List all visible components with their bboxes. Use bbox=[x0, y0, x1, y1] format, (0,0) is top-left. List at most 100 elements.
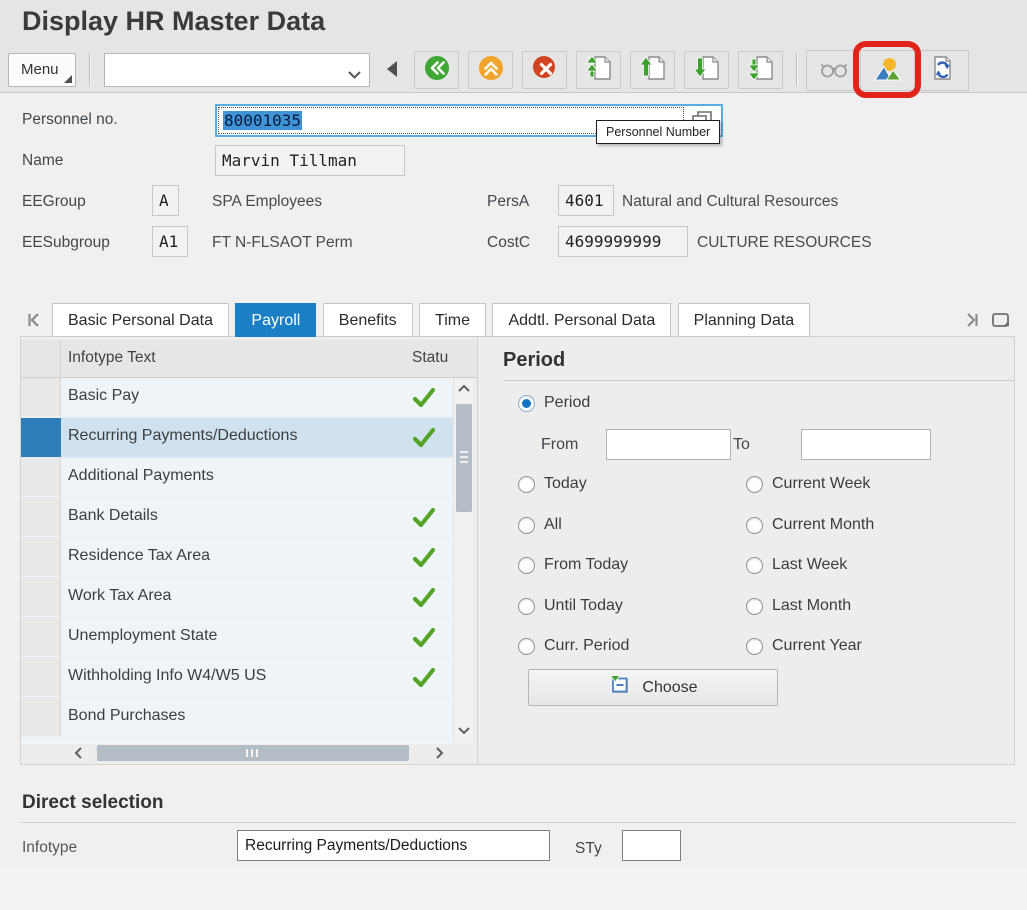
row-selector[interactable] bbox=[21, 538, 61, 577]
radio-last-month[interactable]: Last Month bbox=[746, 597, 851, 615]
radio-from-today[interactable]: From Today bbox=[518, 556, 628, 574]
infotype-input[interactable]: Recurring Payments/Deductions bbox=[237, 830, 550, 861]
glasses-icon bbox=[819, 57, 849, 84]
radio-current-year[interactable]: Current Year bbox=[746, 637, 862, 655]
persa-text: Natural and Cultural Resources bbox=[622, 193, 838, 211]
table-row[interactable]: Residence Tax Area bbox=[21, 538, 453, 578]
table-row[interactable]: Bank Details bbox=[21, 498, 453, 538]
payroll-tab-panel: Infotype Text Statu Basic Pay Recurring … bbox=[20, 336, 1015, 765]
table-row[interactable]: Work Tax Area bbox=[21, 578, 453, 618]
radio-icon[interactable] bbox=[746, 598, 763, 615]
to-date-input[interactable] bbox=[801, 429, 931, 460]
page-up-button[interactable] bbox=[630, 51, 675, 89]
back-button[interactable] bbox=[414, 51, 459, 89]
row-selector[interactable] bbox=[21, 498, 61, 537]
name-field[interactable]: Marvin Tillman bbox=[215, 145, 405, 176]
table-row[interactable]: Bond Purchases bbox=[21, 698, 453, 738]
vertical-scrollbar[interactable] bbox=[453, 378, 473, 744]
table-row[interactable]: Basic Pay bbox=[21, 378, 453, 418]
choose-button[interactable]: Choose bbox=[528, 669, 778, 706]
radio-icon[interactable] bbox=[746, 476, 763, 493]
table-row[interactable]: Withholding Info W4/W5 US bbox=[21, 658, 453, 698]
radio-today[interactable]: Today bbox=[518, 475, 587, 493]
tab-payroll[interactable]: Payroll bbox=[235, 303, 316, 337]
eegroup-field[interactable]: A bbox=[152, 185, 179, 216]
table-row[interactable]: Additional Payments bbox=[21, 458, 453, 498]
command-field[interactable] bbox=[104, 53, 370, 87]
cancel-button[interactable] bbox=[522, 51, 567, 89]
tab-addtl-personal-data[interactable]: Addtl. Personal Data bbox=[492, 303, 671, 337]
page-up-icon bbox=[639, 54, 667, 87]
tab-benefits[interactable]: Benefits bbox=[323, 303, 413, 337]
persa-field[interactable]: 4601 bbox=[558, 185, 614, 216]
radio-icon[interactable] bbox=[746, 517, 763, 534]
row-selector[interactable] bbox=[21, 578, 61, 617]
period-heading-rule bbox=[503, 380, 1014, 381]
new-window-icon[interactable] bbox=[990, 310, 1012, 335]
tab-scroll-left-icon[interactable] bbox=[24, 310, 44, 335]
costc-field[interactable]: 4699999999 bbox=[558, 226, 688, 257]
row-selector[interactable] bbox=[21, 418, 61, 457]
toolbar-separator bbox=[89, 53, 90, 86]
direct-selection-rule bbox=[20, 822, 1015, 823]
exit-icon bbox=[477, 54, 505, 87]
radio-curr-period[interactable]: Curr. Period bbox=[518, 637, 629, 655]
radio-until-today[interactable]: Until Today bbox=[518, 597, 623, 615]
scroll-up-icon[interactable] bbox=[457, 383, 471, 393]
scroll-left-icon[interactable] bbox=[73, 746, 83, 760]
radio-period[interactable]: Period bbox=[518, 394, 590, 412]
radio-all[interactable]: All bbox=[518, 516, 562, 534]
table-row-selected[interactable]: Recurring Payments/Deductions bbox=[21, 418, 453, 458]
personnel-number-tooltip: Personnel Number bbox=[596, 120, 720, 144]
chevron-down-icon[interactable] bbox=[348, 67, 361, 85]
row-selector[interactable] bbox=[21, 698, 61, 737]
row-selector[interactable] bbox=[21, 378, 61, 417]
radio-icon[interactable] bbox=[518, 517, 535, 534]
check-icon bbox=[411, 425, 437, 456]
tab-planning-data[interactable]: Planning Data bbox=[678, 303, 811, 337]
scroll-down-icon[interactable] bbox=[457, 726, 471, 736]
check-icon bbox=[411, 385, 437, 416]
command-input[interactable] bbox=[109, 57, 343, 83]
check-icon bbox=[411, 545, 437, 576]
page-down-button[interactable] bbox=[684, 51, 729, 89]
row-selector[interactable] bbox=[21, 458, 61, 497]
horizontal-scrollbar-thumb[interactable] bbox=[97, 745, 409, 761]
radio-last-week[interactable]: Last Week bbox=[746, 556, 847, 574]
footer: SAP bbox=[0, 868, 1027, 910]
refresh-button[interactable] bbox=[914, 50, 969, 91]
last-page-button[interactable] bbox=[738, 51, 783, 89]
annotation-highlight-box bbox=[853, 41, 921, 98]
radio-icon[interactable] bbox=[518, 557, 535, 574]
row-selector[interactable] bbox=[21, 618, 61, 657]
radio-icon[interactable] bbox=[518, 638, 535, 655]
page-down-icon bbox=[693, 54, 721, 87]
period-heading: Period bbox=[503, 349, 565, 372]
tab-strip: Basic Personal Data Payroll Benefits Tim… bbox=[52, 303, 812, 337]
exit-button[interactable] bbox=[468, 51, 513, 89]
row-selector[interactable] bbox=[21, 658, 61, 697]
table-right-border bbox=[477, 337, 478, 764]
sty-input[interactable] bbox=[622, 830, 681, 861]
radio-icon[interactable] bbox=[518, 598, 535, 615]
radio-icon[interactable] bbox=[746, 557, 763, 574]
radio-icon[interactable] bbox=[518, 395, 535, 412]
radio-current-week[interactable]: Current Week bbox=[746, 475, 870, 493]
check-icon bbox=[411, 505, 437, 536]
scroll-right-icon[interactable] bbox=[435, 746, 445, 760]
tab-basic-personal-data[interactable]: Basic Personal Data bbox=[52, 303, 229, 337]
tab-time[interactable]: Time bbox=[419, 303, 486, 337]
radio-icon[interactable] bbox=[518, 476, 535, 493]
first-page-button[interactable] bbox=[576, 51, 621, 89]
menu-button[interactable]: Menu bbox=[8, 53, 76, 87]
eesubgroup-field[interactable]: A1 bbox=[152, 226, 188, 257]
collapse-toolbar-arrow[interactable] bbox=[387, 61, 397, 77]
sty-label: STy bbox=[575, 840, 602, 858]
radio-current-month[interactable]: Current Month bbox=[746, 516, 874, 534]
radio-icon[interactable] bbox=[746, 638, 763, 655]
from-date-input[interactable] bbox=[606, 429, 731, 460]
vertical-scrollbar-thumb[interactable] bbox=[456, 404, 472, 512]
infotype-text-column-header: Infotype Text bbox=[68, 349, 156, 367]
tab-scroll-right-icon[interactable] bbox=[962, 310, 982, 335]
table-row[interactable]: Unemployment State bbox=[21, 618, 453, 658]
